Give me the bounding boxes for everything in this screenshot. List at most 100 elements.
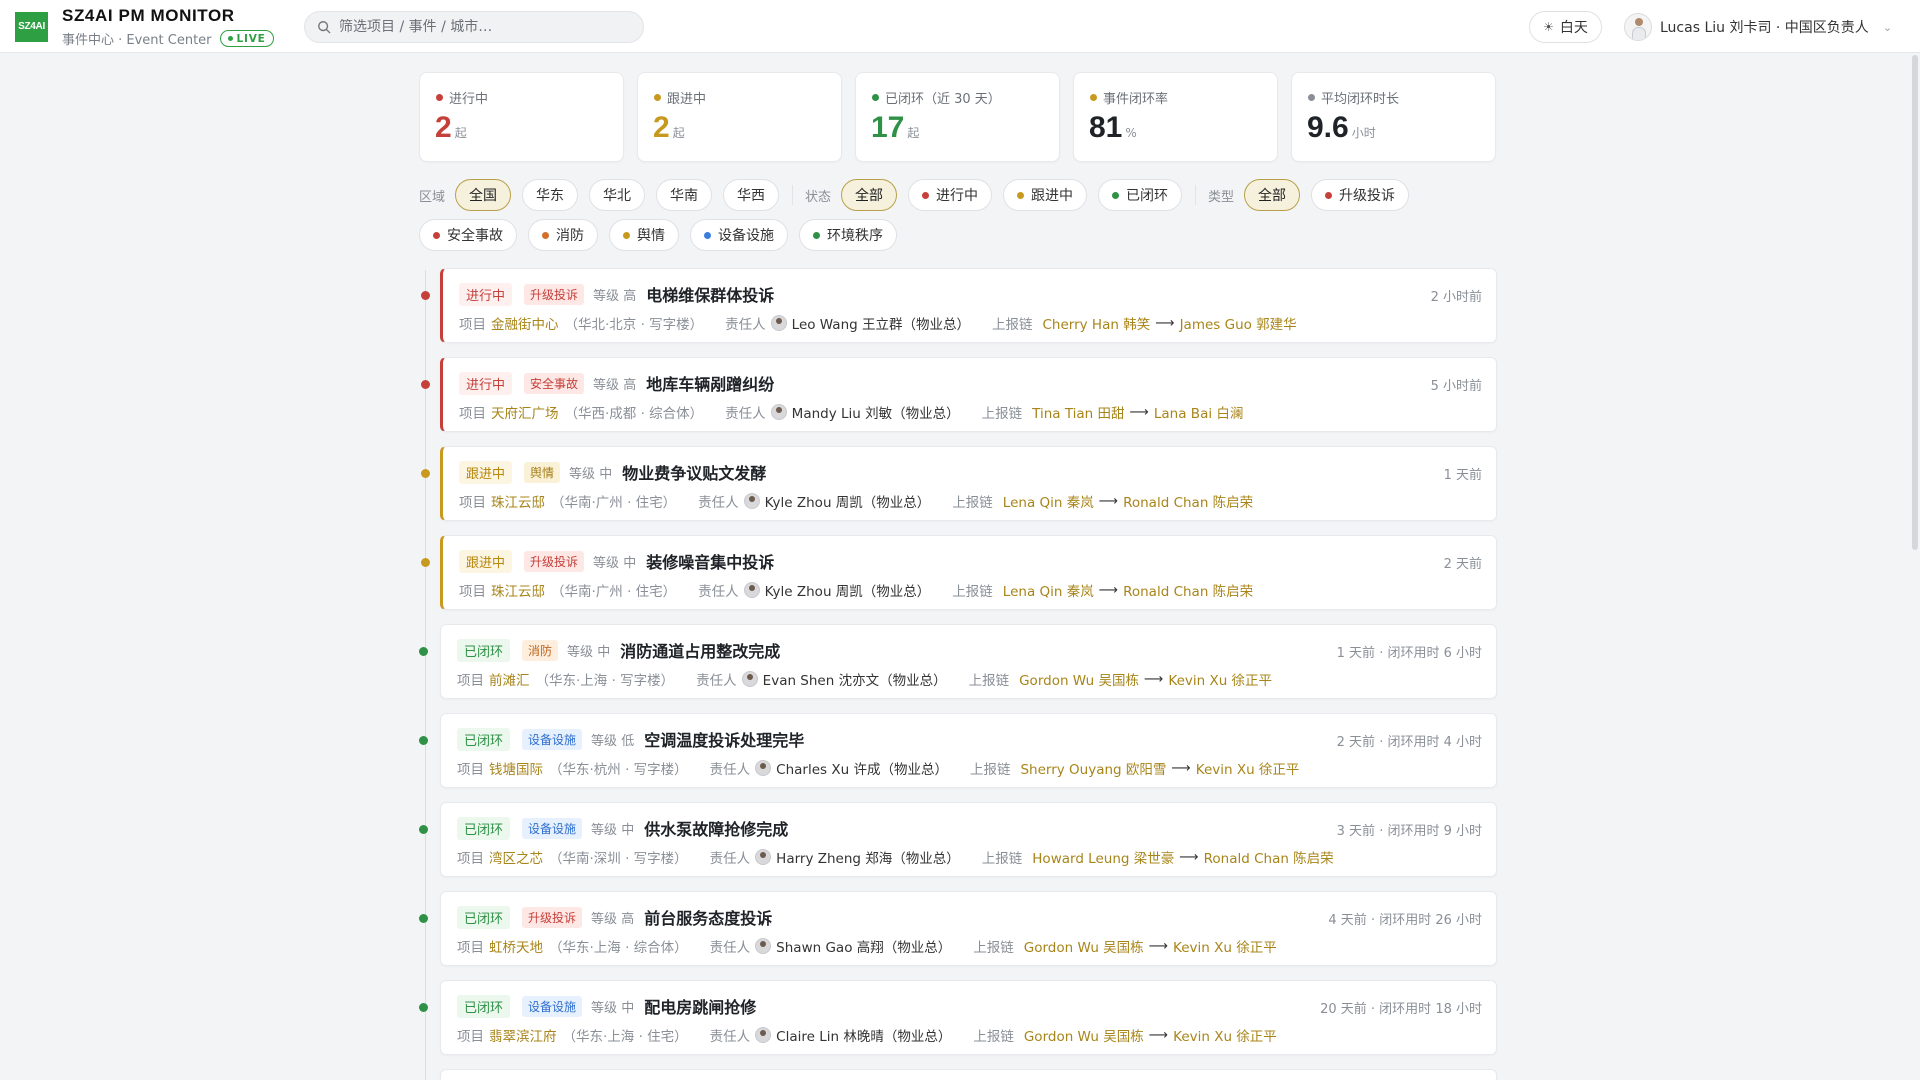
event-card[interactable]: 已闭环 消防 等级 中消防通道占用整改完成 1 天前 · 闭环用时 6 小时 项目 前滩汇… [419, 624, 1497, 699]
region-chip-east[interactable]: 华东 [522, 179, 579, 211]
project-label: 项目 [457, 762, 484, 778]
scrollbar[interactable] [1912, 55, 1918, 550]
arrow-right-icon: ⟶ [1144, 671, 1164, 687]
status-chip-following[interactable]: 跟进中 [1003, 179, 1088, 211]
event-title[interactable]: 空调温度投诉处理完毕 [644, 727, 804, 751]
event-card[interactable]: 已闭环 设备设施 等级 中供水泵故障抢修完成 3 天前 · 闭环用时 9 小时 项目 湾区… [419, 802, 1497, 877]
type-filter-label: 类型 [1208, 189, 1235, 205]
project-link[interactable]: 虹桥天地 [489, 936, 543, 956]
region-chip-south[interactable]: 华南 [656, 179, 713, 211]
level-value: 中 [623, 555, 637, 571]
chain-label: 上报链 [973, 940, 1014, 956]
timeline-dot-icon [421, 469, 430, 478]
type-chip-all[interactable]: 全部 [1244, 179, 1301, 211]
chip-label: 设备设施 [718, 228, 774, 244]
chain-to[interactable]: Kevin Xu 徐正平 [1168, 669, 1272, 689]
status-chip-open[interactable]: 进行中 [908, 179, 993, 211]
arrow-right-icon: ⟶ [1179, 849, 1199, 865]
chain-from[interactable]: Gordon Wu 吴国栋 [1024, 1025, 1144, 1045]
type-chip-fire[interactable]: 消防 [528, 219, 598, 251]
chain-from[interactable]: Gordon Wu 吴国栋 [1019, 669, 1139, 689]
chain-from[interactable]: Tina Tian 田甜 [1032, 402, 1124, 422]
event-card[interactable]: 跟进中 舆情 等级 中物业费争议贴文发酵 1 天前 项目 珠江云邸 （华南·广州 · 住宅）… [421, 446, 1497, 521]
project-link[interactable]: 金融街中心 [491, 313, 559, 333]
chain-from[interactable]: Lena Qin 秦岚 [1003, 580, 1094, 600]
divider [792, 185, 794, 205]
region-chip-west[interactable]: 华西 [723, 179, 780, 211]
status-chip-closed[interactable]: 已闭环 [1098, 179, 1183, 211]
level-value: 中 [621, 822, 635, 838]
user-menu[interactable]: Lucas Liu 刘卡司 · 中国区负责人 ⌄ [1624, 12, 1892, 42]
chain-from[interactable]: Cherry Han 韩笑 [1043, 313, 1151, 333]
chain-label: 上报链 [952, 495, 993, 511]
chain-from[interactable]: Sherry Ouyang 欧阳雪 [1020, 758, 1166, 778]
chain-to[interactable]: Lana Bai 白澜 [1154, 402, 1244, 422]
event-title[interactable]: 消防通道占用整改完成 [620, 638, 780, 662]
type-chip-escalated-complaint[interactable]: 升级投诉 [1311, 179, 1410, 211]
project-link[interactable]: 湾区之芯 [489, 847, 543, 867]
event-title[interactable]: 前台服务态度投诉 [644, 905, 772, 929]
project-link[interactable]: 珠江云邸 [491, 580, 545, 600]
chip-label: 舆情 [637, 228, 665, 244]
event-card-partial[interactable] [440, 1069, 1497, 1080]
chip-label: 已闭环 [1126, 188, 1169, 204]
level-label: 等级 [591, 1000, 618, 1016]
live-text: LIVE [236, 32, 266, 45]
chain-to[interactable]: James Guo 郭建华 [1180, 313, 1297, 333]
event-title[interactable]: 供水泵故障抢修完成 [644, 816, 788, 840]
region-chip-all[interactable]: 全国 [455, 179, 512, 211]
chain-to[interactable]: Ronald Chan 陈启荣 [1204, 847, 1334, 867]
event-type-tag: 升级投诉 [524, 550, 585, 572]
search-input[interactable] [339, 19, 629, 35]
project-region: （华东·上海 · 综合体） [549, 940, 688, 956]
region-chip-north[interactable]: 华北 [589, 179, 646, 211]
orange-dot-icon [542, 231, 549, 239]
type-chip-environment[interactable]: 环境秩序 [799, 219, 897, 251]
timeline-dot-icon [419, 914, 428, 923]
type-chip-facilities[interactable]: 设备设施 [690, 219, 788, 251]
chain-to[interactable]: Kevin Xu 徐正平 [1196, 758, 1300, 778]
project-link[interactable]: 珠江云邸 [491, 491, 545, 511]
event-title[interactable]: 装修噪音集中投诉 [646, 549, 774, 573]
event-title[interactable]: 配电房跳闸抢修 [644, 994, 756, 1018]
chain-to[interactable]: Kevin Xu 徐正平 [1173, 936, 1277, 956]
project-link[interactable]: 天府汇广场 [491, 402, 559, 422]
event-title[interactable]: 物业费争议贴文发酵 [622, 460, 766, 484]
chain-label: 上报链 [952, 584, 993, 600]
theme-toggle-button[interactable]: ☀ 白天 [1529, 11, 1602, 43]
project-link[interactable]: 钱塘国际 [489, 758, 543, 778]
event-level: 等级 中 [591, 819, 634, 838]
type-chip-public-opinion[interactable]: 舆情 [609, 219, 679, 251]
event-card[interactable]: 已闭环 设备设施 等级 低空调温度投诉处理完毕 2 天前 · 闭环用时 4 小时 项目钱… [419, 713, 1497, 788]
event-card[interactable]: 跟进中 升级投诉 等级 中装修噪音集中投诉 2 天前 项目 珠江云邸 （华南·广州 · 住宅… [421, 535, 1497, 610]
chain-from[interactable]: Gordon Wu 吴国栋 [1024, 936, 1144, 956]
event-title[interactable]: 地库车辆剐蹭纠纷 [646, 371, 774, 395]
event-card[interactable]: 进行中 安全事故 等级 高地库车辆剐蹭纠纷 5 小时前 项目 天府汇广场 （华西·成都 · … [421, 357, 1497, 432]
event-card[interactable]: 进行中 升级投诉 等级 高电梯维保群体投诉 2 小时前 项目 金融街中心 （华北·北京 · … [421, 268, 1497, 343]
app-logo[interactable]: SZ4AI [15, 12, 48, 42]
project-link[interactable]: 前滩汇 [489, 669, 530, 689]
event-title[interactable]: 电梯维保群体投诉 [646, 282, 774, 306]
event-card[interactable]: 已闭环 升级投诉 等级 高前台服务态度投诉 4 天前 · 闭环用时 26 小时 项目 虹桥… [419, 891, 1497, 966]
event-time: 3 天前 · 闭环用时 9 小时 [1336, 824, 1482, 839]
search-box[interactable] [304, 11, 644, 43]
user-avatar [1624, 13, 1652, 41]
status-chip-all[interactable]: 全部 [841, 179, 898, 211]
event-level: 等级 中 [567, 641, 610, 660]
event-time: 5 小时前 [1430, 379, 1482, 394]
chain-to[interactable]: Ronald Chan 陈启荣 [1123, 491, 1253, 511]
event-type-tag: 安全事故 [524, 372, 585, 394]
user-label: Lucas Liu 刘卡司 · 中国区负责人 [1660, 20, 1869, 36]
chain-from[interactable]: Lena Qin 秦岚 [1003, 491, 1094, 511]
project-link[interactable]: 翡翠滨江府 [489, 1025, 557, 1045]
status-dot-icon [872, 94, 879, 101]
project-label: 项目 [457, 851, 484, 867]
project-region: （华南·广州 · 住宅） [551, 495, 677, 511]
timeline-dot-icon [419, 647, 428, 656]
chain-to[interactable]: Ronald Chan 陈启荣 [1123, 580, 1253, 600]
event-card[interactable]: 已闭环 设备设施 等级 中配电房跳闸抢修 20 天前 · 闭环用时 18 小时 项目 翡翠… [419, 980, 1497, 1055]
event-time: 20 天前 · 闭环用时 18 小时 [1320, 1002, 1482, 1017]
chain-from[interactable]: Howard Leung 梁世豪 [1032, 847, 1174, 867]
type-chip-safety-accident[interactable]: 安全事故 [419, 219, 517, 251]
chain-to[interactable]: Kevin Xu 徐正平 [1173, 1025, 1277, 1045]
